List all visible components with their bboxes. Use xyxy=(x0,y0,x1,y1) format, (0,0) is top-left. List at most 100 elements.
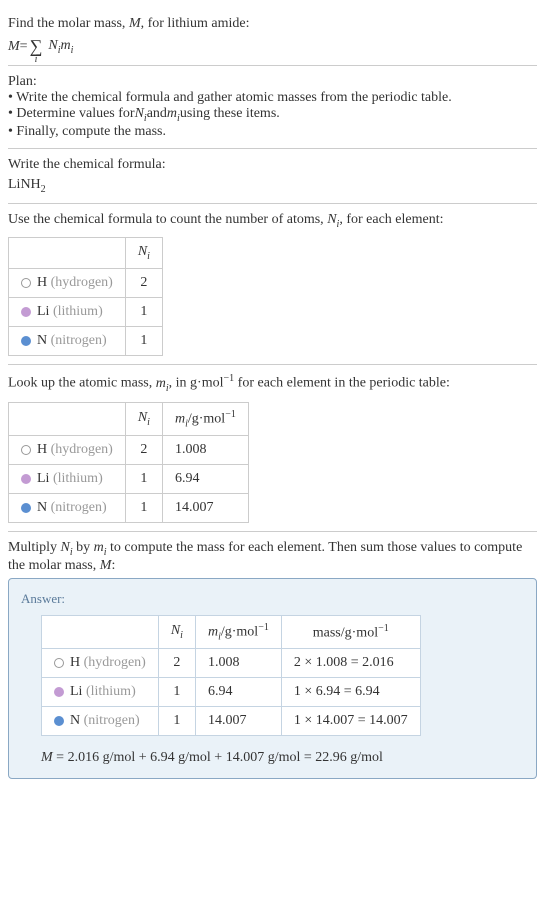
chem-title: Write the chemical formula: xyxy=(8,157,537,173)
element-name: (nitrogen) xyxy=(84,713,140,728)
table-row: N (nitrogen) 1 14.007 1 × 14.007 = 14.00… xyxy=(42,707,421,736)
N: N xyxy=(171,623,180,638)
element-symbol: H xyxy=(37,442,47,457)
element-cell: N (nitrogen) xyxy=(9,327,126,356)
sigma-sub: i xyxy=(35,54,38,65)
unit: /g·mol xyxy=(221,625,258,640)
table-row: H (hydrogen) 2 1.008 xyxy=(9,436,249,465)
plan-item-1-text: • Write the chemical formula and gather … xyxy=(8,90,452,106)
element-symbol: N xyxy=(37,333,47,348)
count-value: 2 xyxy=(125,436,162,465)
chemical-formula-section: Write the chemical formula: LiNH2 xyxy=(8,149,537,204)
m: m xyxy=(156,376,166,391)
unit-sup: −1 xyxy=(225,409,236,420)
calc-value: 2 × 1.008 = 2.016 xyxy=(281,649,420,678)
count-section: Use the chemical formula to count the nu… xyxy=(8,204,537,366)
N-sub: i xyxy=(180,630,183,641)
count-text: Use the chemical formula to count the nu… xyxy=(8,212,327,227)
element-cell: H (hydrogen) xyxy=(42,649,159,678)
text: Multiply xyxy=(8,540,61,555)
table-row: H (hydrogen) 2 1.008 2 × 1.008 = 2.016 xyxy=(42,649,421,678)
element-name: (nitrogen) xyxy=(51,333,107,348)
var-mi: mi xyxy=(167,106,180,124)
intro-text-b: , for lithium amide: xyxy=(141,16,250,31)
hydrogen-dot-icon xyxy=(54,658,64,668)
table-row: N (nitrogen) 1 14.007 xyxy=(9,494,249,523)
count-value: 1 xyxy=(158,707,195,736)
count-value: 1 xyxy=(125,327,162,356)
Ni-header: Ni xyxy=(125,402,162,435)
element-cell: H (hydrogen) xyxy=(9,269,126,298)
plan-item-1: • Write the chemical formula and gather … xyxy=(8,90,537,106)
lithium-dot-icon xyxy=(21,307,31,317)
element-cell: H (hydrogen) xyxy=(9,436,126,465)
element-symbol: Li xyxy=(70,684,82,699)
mass-value: 6.94 xyxy=(162,465,248,494)
mass-label: mass/g·mol xyxy=(313,625,378,640)
var-M: M xyxy=(100,558,112,573)
lookup-text: , in g·mol xyxy=(169,376,224,391)
element-cell: N (nitrogen) xyxy=(9,494,126,523)
element-cell: Li (lithium) xyxy=(9,298,126,327)
sigma-icon: ∑ i xyxy=(30,36,43,57)
N: N xyxy=(138,244,147,259)
empty-header xyxy=(9,402,126,435)
element-name: (nitrogen) xyxy=(51,500,107,515)
var-M: M xyxy=(129,16,141,31)
hydrogen-dot-icon xyxy=(21,445,31,455)
m: m xyxy=(94,540,104,555)
count-value: 1 xyxy=(158,678,195,707)
N-sub: i xyxy=(147,251,150,262)
final-text: = 2.016 g/mol + 6.94 g/mol + 14.007 g/mo… xyxy=(53,750,383,765)
unit-sup: −1 xyxy=(258,622,269,633)
plan-item-2: • Determine values for Ni and mi using t… xyxy=(8,106,537,124)
chem-sub: 2 xyxy=(41,184,46,195)
m: m xyxy=(175,411,185,426)
chem-text: LiNH xyxy=(8,177,41,192)
answer-box: Answer: Ni mi/g·mol−1 mass/g·mol−1 H (hy… xyxy=(8,578,537,779)
hydrogen-dot-icon xyxy=(21,278,31,288)
element-symbol: H xyxy=(37,275,47,290)
calc-value: 1 × 6.94 = 6.94 xyxy=(281,678,420,707)
N: N xyxy=(327,212,336,227)
sigma-symbol: ∑ xyxy=(30,36,43,56)
nitrogen-dot-icon xyxy=(21,336,31,346)
plan-section: Plan: • Write the chemical formula and g… xyxy=(8,66,537,149)
element-cell: Li (lithium) xyxy=(9,465,126,494)
element-cell: Li (lithium) xyxy=(42,678,159,707)
molar-mass-formula: M = ∑ i Ni mi xyxy=(8,36,537,57)
table-header-row: Ni xyxy=(9,238,163,269)
table-header-row: Ni mi/g·mol−1 xyxy=(9,402,249,435)
lithium-dot-icon xyxy=(54,687,64,697)
empty-header xyxy=(9,238,126,269)
lookup-text: Look up the atomic mass, xyxy=(8,376,156,391)
lookup-text: for each element in the periodic table: xyxy=(234,376,450,391)
eq-Ni: Ni xyxy=(48,38,60,56)
count-text: , for each element: xyxy=(339,212,443,227)
count-value: 1 xyxy=(125,298,162,327)
var-mi: mi xyxy=(156,376,169,391)
unit-sup: −1 xyxy=(378,623,389,634)
calc-value: 1 × 14.007 = 14.007 xyxy=(281,707,420,736)
lithium-dot-icon xyxy=(21,474,31,484)
m-letter: m xyxy=(61,38,71,53)
m: m xyxy=(167,106,177,121)
final-result: M = 2.016 g/mol + 6.94 g/mol + 14.007 g/… xyxy=(41,750,524,766)
nitrogen-dot-icon xyxy=(21,503,31,513)
table-row: N (nitrogen) 1 xyxy=(9,327,163,356)
element-name: (lithium) xyxy=(53,304,103,319)
element-name: (hydrogen) xyxy=(51,442,113,457)
m: m xyxy=(208,625,218,640)
unit-sup: −1 xyxy=(224,373,235,384)
count-table: Ni H (hydrogen) 2 Li (lithium) 1 N (nitr… xyxy=(8,237,163,356)
count-value: 1 xyxy=(125,494,162,523)
N-sub: i xyxy=(147,417,150,428)
text: by xyxy=(73,540,94,555)
count-value: 2 xyxy=(125,269,162,298)
mass-value: 1.008 xyxy=(195,649,281,678)
mass-value: 14.007 xyxy=(195,707,281,736)
multiply-text: Multiply Ni by mi to compute the mass fo… xyxy=(8,540,537,574)
element-name: (lithium) xyxy=(86,684,136,699)
element-symbol: Li xyxy=(37,304,49,319)
element-cell: N (nitrogen) xyxy=(42,707,159,736)
